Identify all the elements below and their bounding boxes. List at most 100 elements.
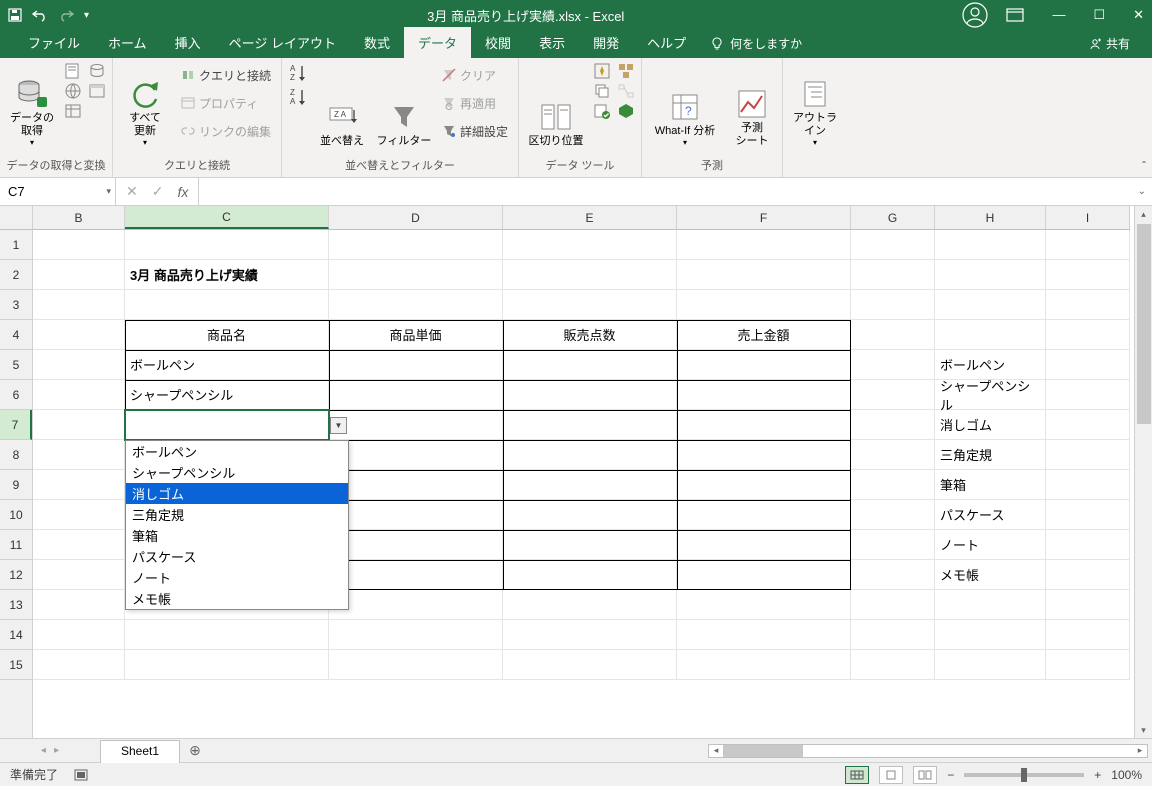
data-validation-item[interactable]: シャープペンシル (126, 462, 348, 483)
cell[interactable] (677, 260, 851, 290)
data-validation-list[interactable]: ボールペンシャープペンシル消しゴム三角定規筆箱パスケースノートメモ帳 (125, 440, 349, 610)
row-header[interactable]: 15 (0, 650, 32, 680)
cell[interactable] (1046, 230, 1130, 260)
cell[interactable] (503, 470, 677, 500)
cell[interactable] (125, 650, 329, 680)
cell[interactable] (677, 410, 851, 440)
reapply-button[interactable]: 再適用 (438, 90, 512, 116)
data-validation-item[interactable]: ノート (126, 567, 348, 588)
cell[interactable] (33, 230, 125, 260)
cell[interactable] (935, 590, 1046, 620)
properties-button[interactable]: プロパティ (177, 90, 275, 116)
cell[interactable] (33, 380, 125, 410)
row-header[interactable]: 2 (0, 260, 32, 290)
cell[interactable] (1046, 290, 1130, 320)
row-header[interactable]: 11 (0, 530, 32, 560)
cell[interactable] (1046, 440, 1130, 470)
cell[interactable] (33, 290, 125, 320)
cell[interactable] (503, 560, 677, 590)
cell[interactable] (677, 440, 851, 470)
cell[interactable] (1046, 560, 1130, 590)
cell[interactable] (935, 230, 1046, 260)
cell[interactable] (503, 380, 677, 410)
cell[interactable] (329, 230, 503, 260)
cell[interactable] (33, 620, 125, 650)
cell[interactable] (677, 230, 851, 260)
data-validation-item[interactable]: ボールペン (126, 441, 348, 462)
cell[interactable] (125, 290, 329, 320)
cell[interactable]: 筆箱 (935, 470, 1046, 500)
cell[interactable] (33, 350, 125, 380)
data-validation-item[interactable]: 三角定規 (126, 504, 348, 525)
cells-area[interactable]: 3月 商品売り上げ実績商品名商品単価販売点数売上金額ボールペンボールペンシャープ… (33, 230, 1134, 738)
close-button[interactable]: ✕ (1133, 7, 1144, 23)
cell[interactable] (1046, 320, 1130, 350)
row-header[interactable]: 6 (0, 380, 32, 410)
view-page-layout-button[interactable] (879, 766, 903, 784)
queries-connections-button[interactable]: クエリと接続 (177, 62, 275, 88)
cell[interactable] (851, 650, 935, 680)
cell[interactable] (851, 530, 935, 560)
row-header[interactable]: 8 (0, 440, 32, 470)
column-header[interactable]: H (935, 206, 1046, 229)
cell[interactable] (329, 530, 503, 560)
scroll-down-icon[interactable]: ▾ (1135, 722, 1152, 738)
existing-conn-icon[interactable] (88, 82, 106, 100)
relationships-icon[interactable] (617, 82, 635, 100)
column-header[interactable]: C (125, 206, 329, 229)
fx-icon[interactable]: fx (177, 184, 188, 200)
name-box-dropdown-icon[interactable]: ▾ (106, 186, 111, 197)
cell[interactable] (503, 530, 677, 560)
from-text-icon[interactable] (64, 62, 82, 80)
clear-filter-button[interactable]: クリア (438, 62, 512, 88)
tell-me-search[interactable]: 何をしますか (700, 29, 812, 58)
recent-sources-icon[interactable] (88, 62, 106, 80)
zoom-slider[interactable] (964, 773, 1084, 777)
maximize-button[interactable]: ☐ (1093, 7, 1105, 23)
collapse-ribbon-icon[interactable]: ˆ (1142, 159, 1146, 173)
cell[interactable] (935, 620, 1046, 650)
cell[interactable] (677, 530, 851, 560)
cell[interactable] (503, 350, 677, 380)
column-header[interactable]: I (1046, 206, 1130, 229)
cell[interactable] (1046, 350, 1130, 380)
cell[interactable] (1046, 260, 1130, 290)
cell[interactable] (329, 410, 503, 440)
cell[interactable] (503, 260, 677, 290)
cell[interactable]: 販売点数 (503, 320, 677, 350)
cell[interactable] (503, 590, 677, 620)
cell[interactable] (677, 350, 851, 380)
data-validation-item[interactable]: 筆箱 (126, 525, 348, 546)
row-header[interactable]: 12 (0, 560, 32, 590)
cell[interactable] (1046, 470, 1130, 500)
cell[interactable] (125, 620, 329, 650)
row-header[interactable]: 4 (0, 320, 32, 350)
tab-review[interactable]: 校閲 (471, 27, 525, 58)
cell[interactable] (33, 500, 125, 530)
cell[interactable] (1046, 530, 1130, 560)
cell[interactable] (329, 260, 503, 290)
from-web-icon[interactable] (64, 82, 82, 100)
from-table-icon[interactable] (64, 102, 82, 120)
column-header[interactable]: F (677, 206, 851, 229)
name-box[interactable]: C7 ▾ (0, 178, 116, 205)
zoom-thumb[interactable] (1021, 768, 1027, 782)
cell[interactable] (851, 230, 935, 260)
cell[interactable] (677, 590, 851, 620)
cell[interactable]: パスケース (935, 500, 1046, 530)
cell[interactable] (329, 560, 503, 590)
add-sheet-button[interactable]: ⊕ (180, 739, 210, 762)
cell[interactable] (33, 260, 125, 290)
cell[interactable] (851, 410, 935, 440)
column-header[interactable]: E (503, 206, 677, 229)
cell[interactable] (125, 230, 329, 260)
view-page-break-button[interactable] (913, 766, 937, 784)
cell[interactable] (851, 620, 935, 650)
cell[interactable]: 商品単価 (329, 320, 503, 350)
share-button[interactable]: 共有 (1080, 29, 1138, 58)
active-cell[interactable] (125, 410, 329, 440)
cell[interactable] (503, 410, 677, 440)
cell[interactable] (33, 530, 125, 560)
data-validation-dropdown-button[interactable]: ▼ (330, 417, 347, 434)
horizontal-scroll-thumb[interactable] (723, 745, 803, 757)
